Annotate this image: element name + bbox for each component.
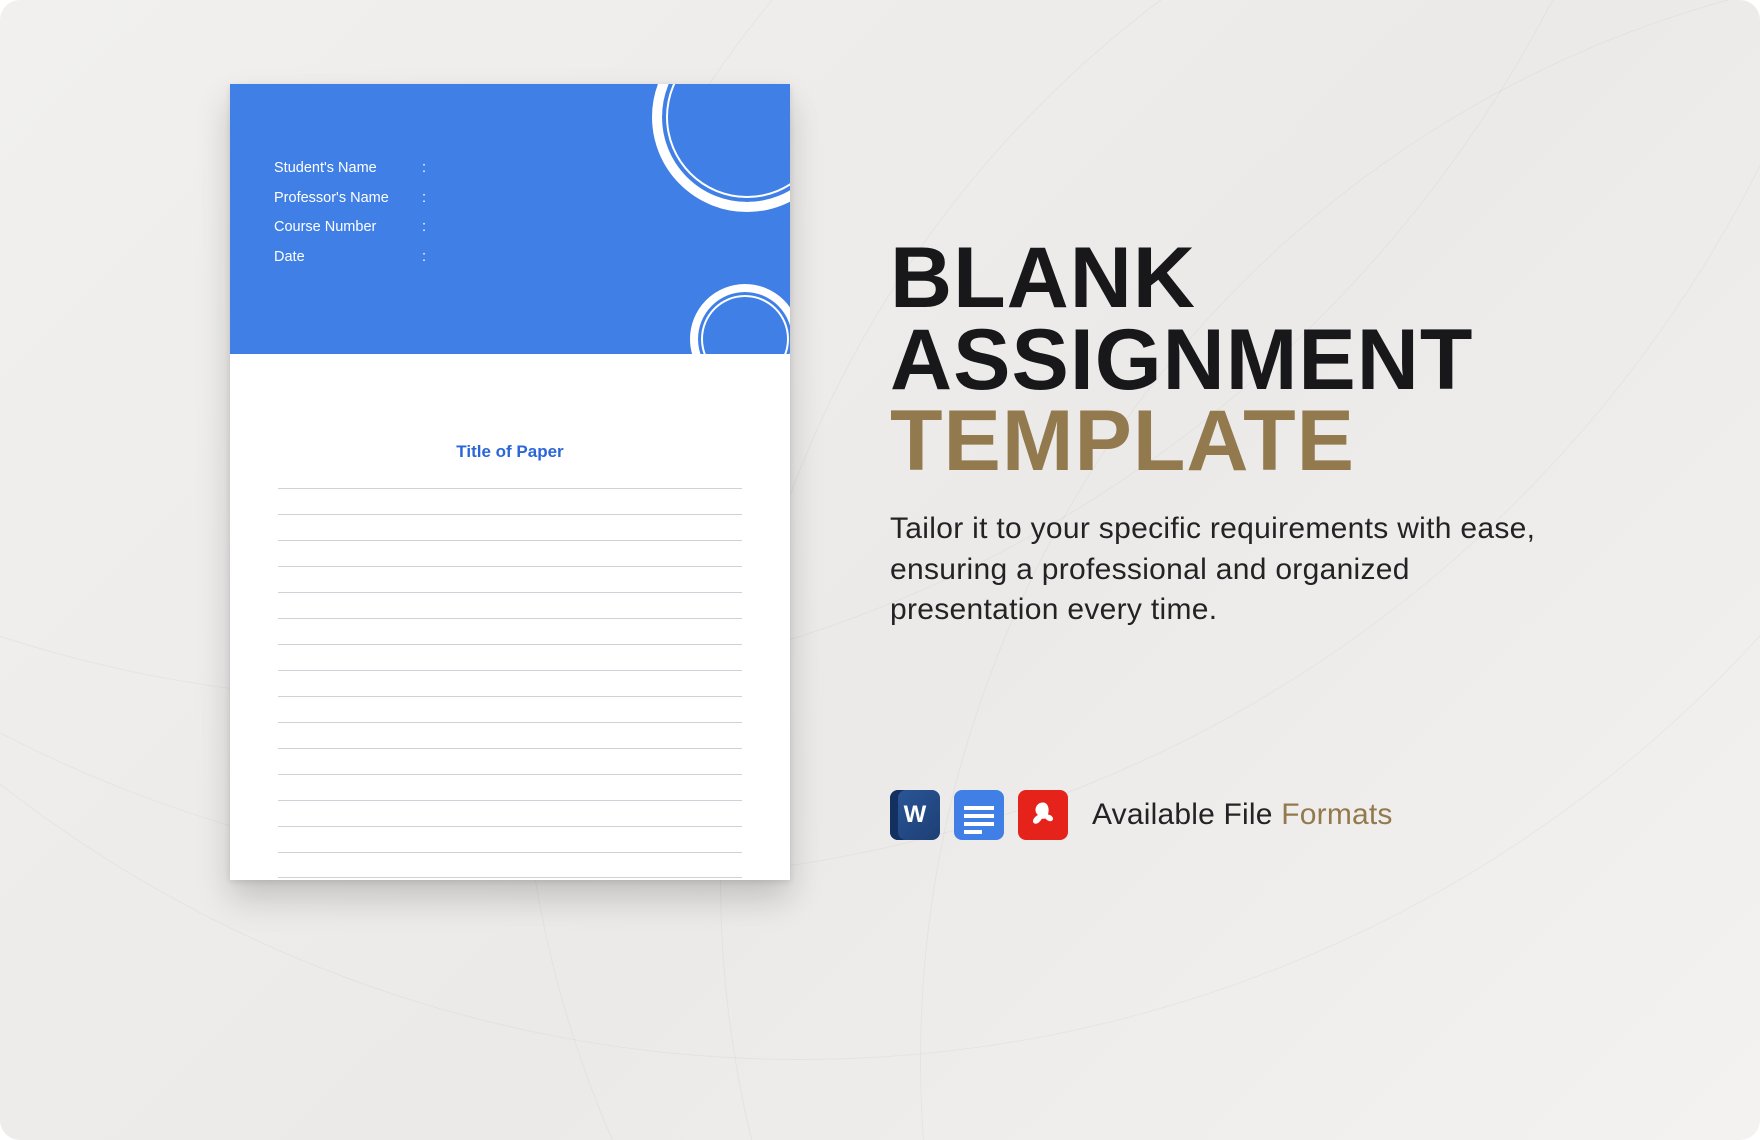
preview-body: Title of Paper xyxy=(230,354,790,878)
ruled-line xyxy=(278,826,742,852)
ruled-line xyxy=(278,514,742,540)
formats-label: Available File Formats xyxy=(1092,798,1393,832)
ruled-line xyxy=(278,722,742,748)
meta-label: Course Number xyxy=(274,213,404,243)
preview-title: Title of Paper xyxy=(278,442,742,462)
ruled-line xyxy=(278,696,742,722)
ruled-line xyxy=(278,852,742,878)
ruled-line xyxy=(278,566,742,592)
google-docs-icon xyxy=(954,790,1004,840)
ruled-line xyxy=(278,748,742,774)
formats-row: W Available File Formats xyxy=(890,790,1393,840)
meta-label: Date xyxy=(274,243,404,273)
meta-sep: : xyxy=(422,154,426,184)
ruled-line xyxy=(278,644,742,670)
meta-row: Course Number : xyxy=(274,213,426,243)
template-preview: Student's Name : Professor's Name : Cour… xyxy=(230,84,790,880)
formats-label-highlight: Formats xyxy=(1281,798,1392,831)
promo-heading: BLANK ASSIGNMENT TEMPLATE xyxy=(890,238,1610,483)
meta-row: Student's Name : xyxy=(274,154,426,184)
promo-copy: BLANK ASSIGNMENT TEMPLATE Tailor it to y… xyxy=(890,238,1610,631)
meta-label: Student's Name xyxy=(274,154,404,184)
meta-sep: : xyxy=(422,243,426,273)
ruled-line xyxy=(278,592,742,618)
meta-sep: : xyxy=(422,213,426,243)
ruled-line xyxy=(278,488,742,514)
promo-description: Tailor it to your specific requirements … xyxy=(890,509,1550,631)
ruled-line xyxy=(278,670,742,696)
preview-meta-list: Student's Name : Professor's Name : Cour… xyxy=(274,154,426,273)
meta-row: Professor's Name : xyxy=(274,184,426,214)
pdf-icon xyxy=(1018,790,1068,840)
heading-line: TEMPLATE xyxy=(890,393,1355,489)
meta-sep: : xyxy=(422,184,426,214)
ruled-line xyxy=(278,800,742,826)
meta-label: Professor's Name xyxy=(274,184,404,214)
formats-label-prefix: Available File xyxy=(1092,798,1281,831)
meta-row: Date : xyxy=(274,243,426,273)
ruled-line xyxy=(278,618,742,644)
pdf-glyph-icon xyxy=(1028,800,1058,830)
ruled-line xyxy=(278,540,742,566)
ruled-line xyxy=(278,774,742,800)
word-icon: W xyxy=(890,790,940,840)
preview-header: Student's Name : Professor's Name : Cour… xyxy=(230,84,790,354)
promo-card: Student's Name : Professor's Name : Cour… xyxy=(0,0,1760,1140)
decorative-ring xyxy=(690,284,790,354)
ruled-lines xyxy=(278,488,742,878)
decorative-ring xyxy=(652,84,790,212)
